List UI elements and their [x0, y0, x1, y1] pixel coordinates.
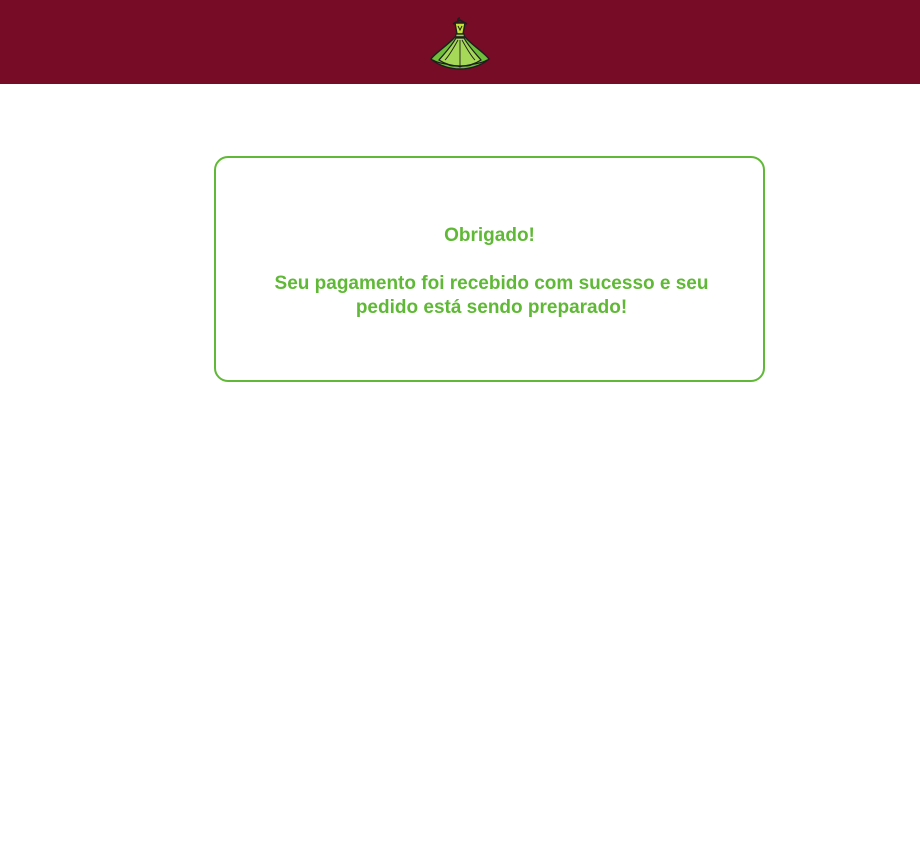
payment-success-message: Seu pagamento foi recebido com sucesso e…: [274, 273, 709, 318]
site-header: [0, 0, 920, 84]
order-confirmation-card: Obrigado! Seu pagamento foi recebido com…: [214, 156, 765, 382]
dress-logo-icon[interactable]: [425, 16, 495, 72]
thank-you-title: Obrigado!: [444, 225, 535, 246]
